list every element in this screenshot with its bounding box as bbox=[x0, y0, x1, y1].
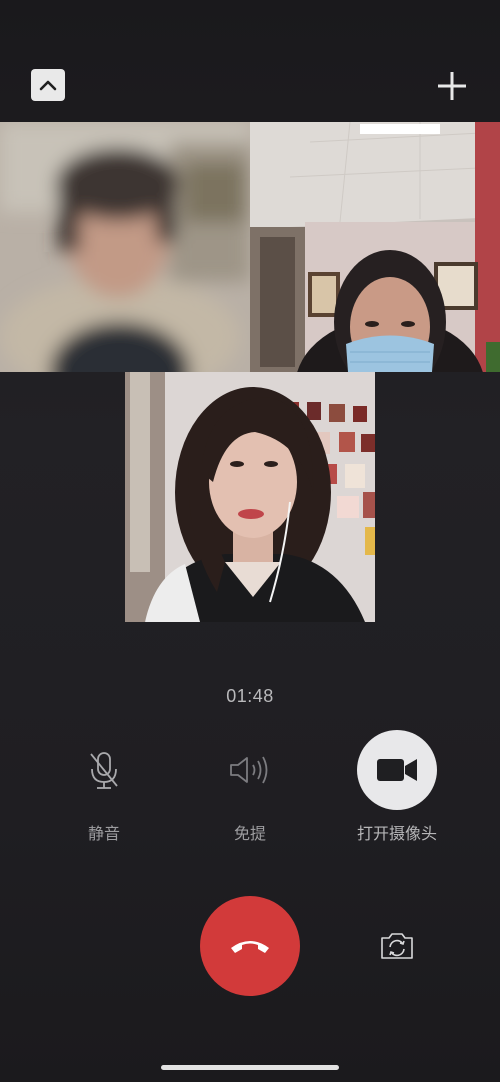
switch-camera-button[interactable] bbox=[374, 926, 420, 966]
mute-button[interactable]: 静音 bbox=[34, 730, 174, 844]
plus-icon bbox=[438, 72, 466, 100]
add-participant-button[interactable] bbox=[434, 68, 470, 104]
video-call-screen: 01:48 静音 免提 打开摄像头 bbox=[0, 0, 500, 1082]
camera-switch-icon bbox=[381, 933, 413, 959]
mute-label: 静音 bbox=[87, 826, 120, 843]
video-camera-icon bbox=[377, 759, 417, 781]
participant-video-masked[interactable] bbox=[250, 122, 500, 372]
hangup-button[interactable] bbox=[200, 896, 300, 996]
call-duration: 01:48 bbox=[226, 686, 274, 706]
speaker-icon bbox=[230, 756, 268, 784]
open-camera-button[interactable]: 打开摄像头 bbox=[327, 730, 467, 844]
phone-hangup-icon bbox=[231, 941, 269, 953]
home-indicator[interactable] bbox=[161, 1065, 339, 1070]
speaker-button[interactable]: 免提 bbox=[180, 730, 320, 844]
chevron-up-icon bbox=[39, 80, 57, 91]
participant-video-self[interactable] bbox=[125, 372, 375, 622]
speaker-label: 免提 bbox=[233, 826, 266, 843]
camera-label: 打开摄像头 bbox=[356, 826, 437, 843]
collapse-button[interactable] bbox=[31, 69, 65, 101]
microphone-off-icon bbox=[90, 752, 118, 789]
participant-video-blurred[interactable] bbox=[0, 122, 250, 372]
